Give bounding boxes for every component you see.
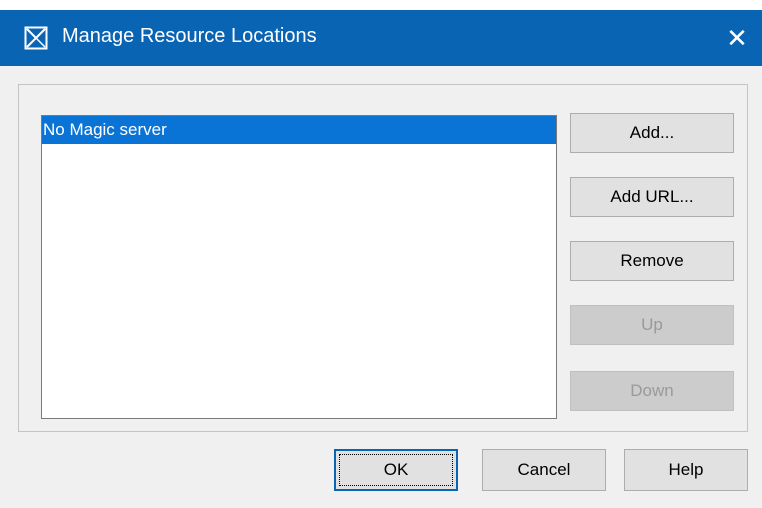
focus-ring bbox=[339, 454, 453, 486]
remove-button[interactable]: Remove bbox=[570, 241, 734, 281]
window-title: Manage Resource Locations bbox=[62, 25, 317, 47]
ok-button[interactable]: OK bbox=[334, 449, 458, 491]
app-icon bbox=[24, 26, 48, 50]
close-icon[interactable]: ✕ bbox=[712, 10, 762, 66]
list-item-no-magic-server[interactable]: No Magic server bbox=[42, 116, 556, 144]
up-button[interactable]: Up bbox=[570, 305, 734, 345]
add-button[interactable]: Add... bbox=[570, 113, 734, 153]
manage-resource-locations-dialog: Manage Resource Locations ✕ No Magic ser… bbox=[0, 10, 762, 508]
resource-location-list[interactable]: No Magic server bbox=[41, 115, 557, 419]
cancel-button[interactable]: Cancel bbox=[482, 449, 606, 491]
down-button[interactable]: Down bbox=[570, 371, 734, 411]
title-bar: Manage Resource Locations ✕ bbox=[0, 10, 762, 66]
help-button[interactable]: Help bbox=[624, 449, 748, 491]
add-url-button[interactable]: Add URL... bbox=[570, 177, 734, 217]
background-caption-fragment bbox=[0, 0, 762, 10]
locations-panel: No Magic server Add... Add URL... Remove… bbox=[18, 84, 748, 432]
